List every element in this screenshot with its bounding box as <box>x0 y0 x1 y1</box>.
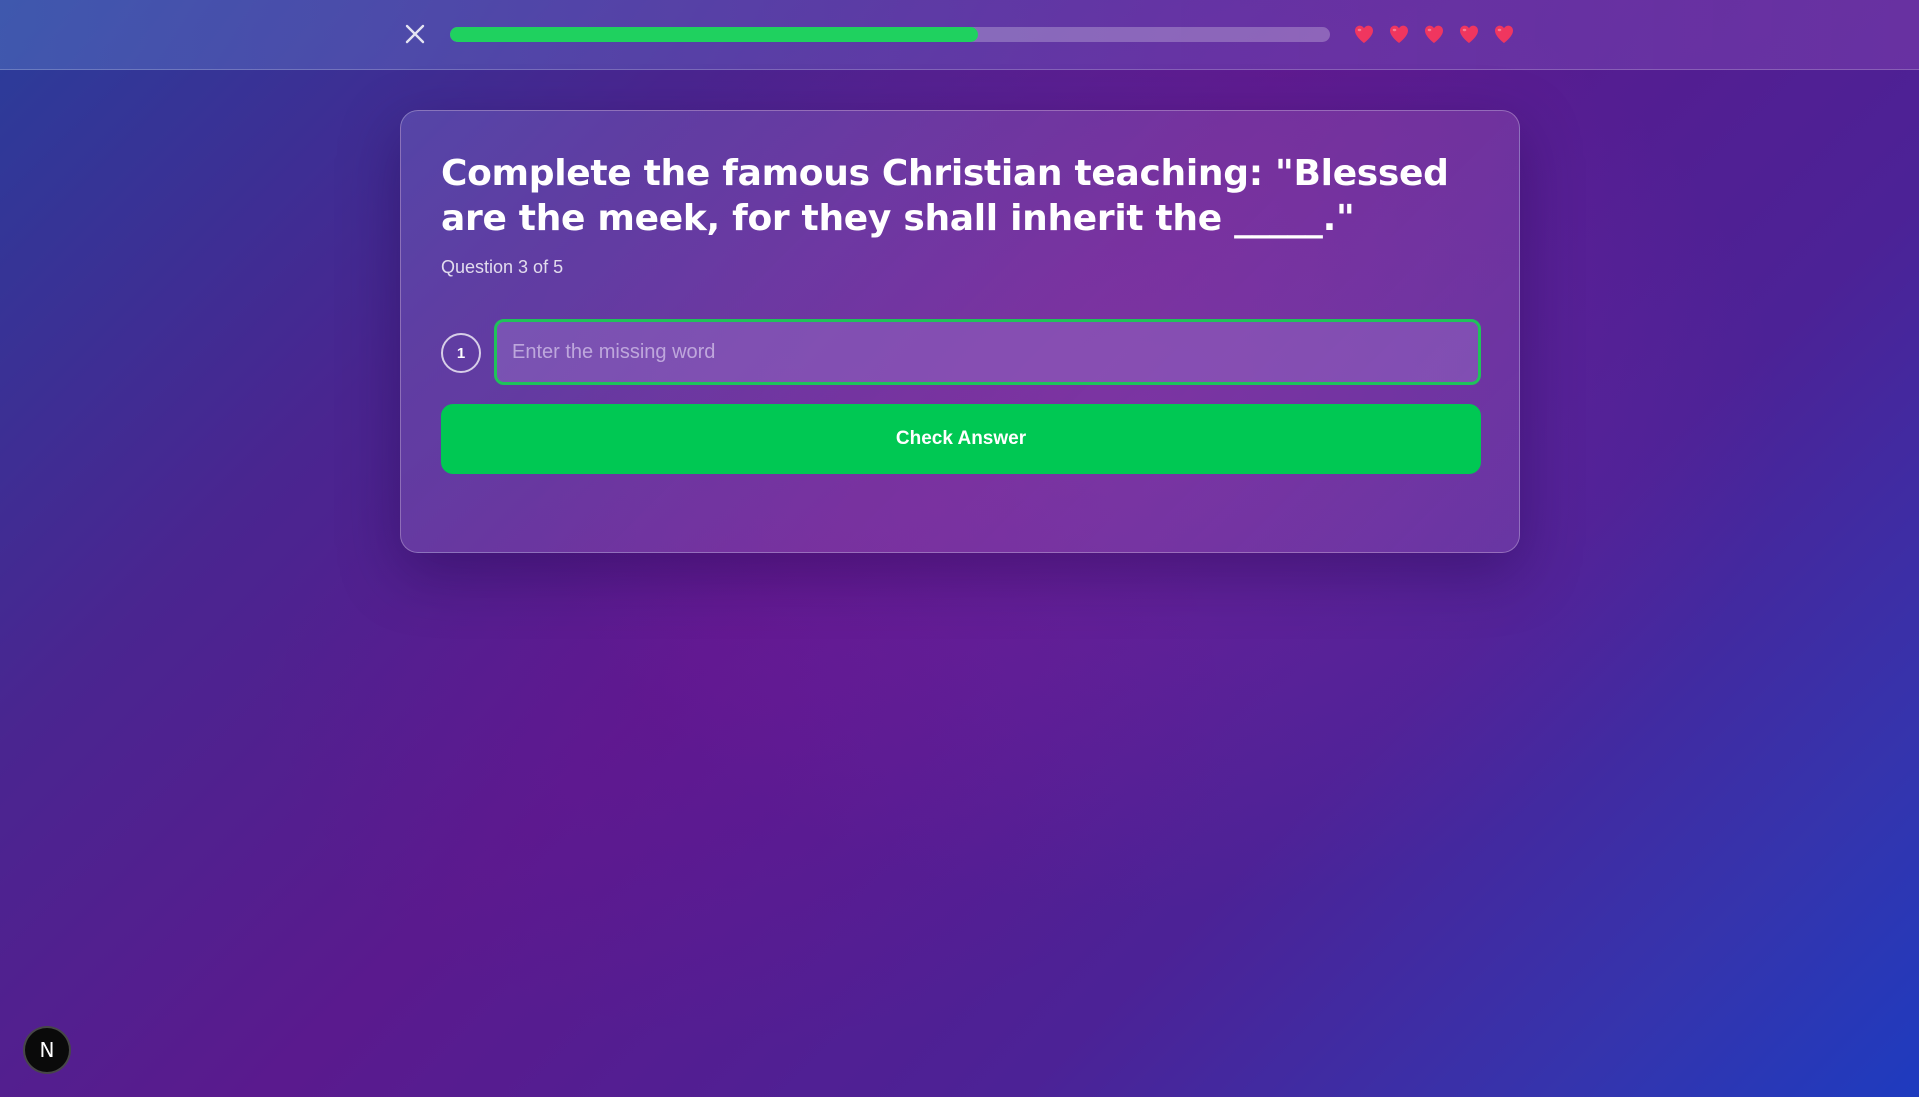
question-counter: Question 3 of 5 <box>441 257 564 277</box>
check-answer-button[interactable]: Check Answer <box>441 404 1481 474</box>
question-text: Complete the famous Christian teaching: … <box>441 153 1449 239</box>
heart-icon <box>1390 25 1408 43</box>
badge-label: N <box>39 1038 55 1062</box>
close-icon <box>405 24 425 44</box>
heart-icon <box>1495 25 1513 43</box>
top-bar <box>0 0 1919 70</box>
heart-icon <box>1355 25 1373 43</box>
heart-icon <box>1425 25 1443 43</box>
progress-bar <box>450 27 1330 42</box>
progress-fill <box>450 27 978 42</box>
close-button[interactable] <box>398 16 432 52</box>
lives-hearts <box>1352 22 1516 48</box>
nextjs-logo-icon[interactable]: N <box>23 1026 71 1074</box>
blank-number-badge: 1 <box>441 333 481 373</box>
question-card: Complete the famous Christian teaching: … <box>400 110 1520 553</box>
heart-icon <box>1460 25 1478 43</box>
answer-input[interactable] <box>494 319 1481 385</box>
